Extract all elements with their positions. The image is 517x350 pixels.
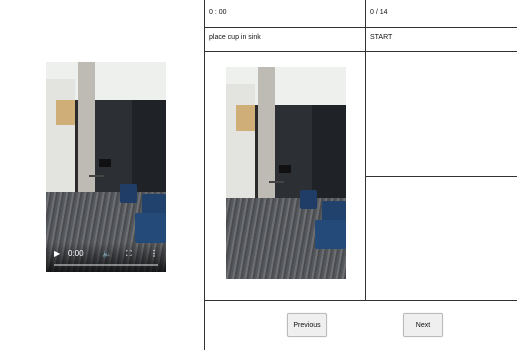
divider-h2 xyxy=(205,51,517,52)
play-icon[interactable]: ▶ xyxy=(54,249,60,259)
divider-mid xyxy=(365,0,366,301)
scene-table xyxy=(89,175,104,194)
scene-left-wall xyxy=(46,78,75,205)
scene-chair xyxy=(300,189,318,210)
scene-chair xyxy=(120,183,138,203)
video-time: 0:00 xyxy=(68,249,84,258)
scene-left-wall xyxy=(226,83,255,212)
scene-table xyxy=(269,181,284,200)
divider-h1 xyxy=(205,27,517,28)
scene-lamp xyxy=(98,158,111,167)
task-status: START xyxy=(370,34,393,41)
volume-icon[interactable]: 🔈 xyxy=(102,249,112,259)
scene-lamp xyxy=(278,164,291,173)
previous-button[interactable]: Previous xyxy=(287,313,327,337)
fullscreen-icon[interactable]: ⛶ xyxy=(126,249,132,259)
next-button[interactable]: Next xyxy=(403,313,443,337)
scene-chair xyxy=(134,213,166,243)
scene-window xyxy=(235,105,255,131)
scene-window xyxy=(55,99,75,125)
timer-label: 0 : 00 xyxy=(209,9,227,16)
divider-h4 xyxy=(205,300,517,301)
more-options-icon[interactable]: ⋮ xyxy=(150,249,158,259)
video-progress-bar[interactable] xyxy=(54,264,158,266)
video-controls: ▶ 0:00 🔈 ⛶ ⋮ xyxy=(46,242,166,272)
frame-image xyxy=(226,67,346,279)
divider-h3 xyxy=(366,176,517,177)
video-player[interactable]: ▶ 0:00 🔈 ⛶ ⋮ xyxy=(46,62,166,272)
divider-left xyxy=(204,0,205,350)
task-instruction: place cup in sink xyxy=(209,34,261,41)
scene-chair xyxy=(314,219,346,250)
scene-column xyxy=(78,62,96,193)
step-counter: 0 / 14 xyxy=(370,9,388,16)
scene-column xyxy=(258,67,276,199)
